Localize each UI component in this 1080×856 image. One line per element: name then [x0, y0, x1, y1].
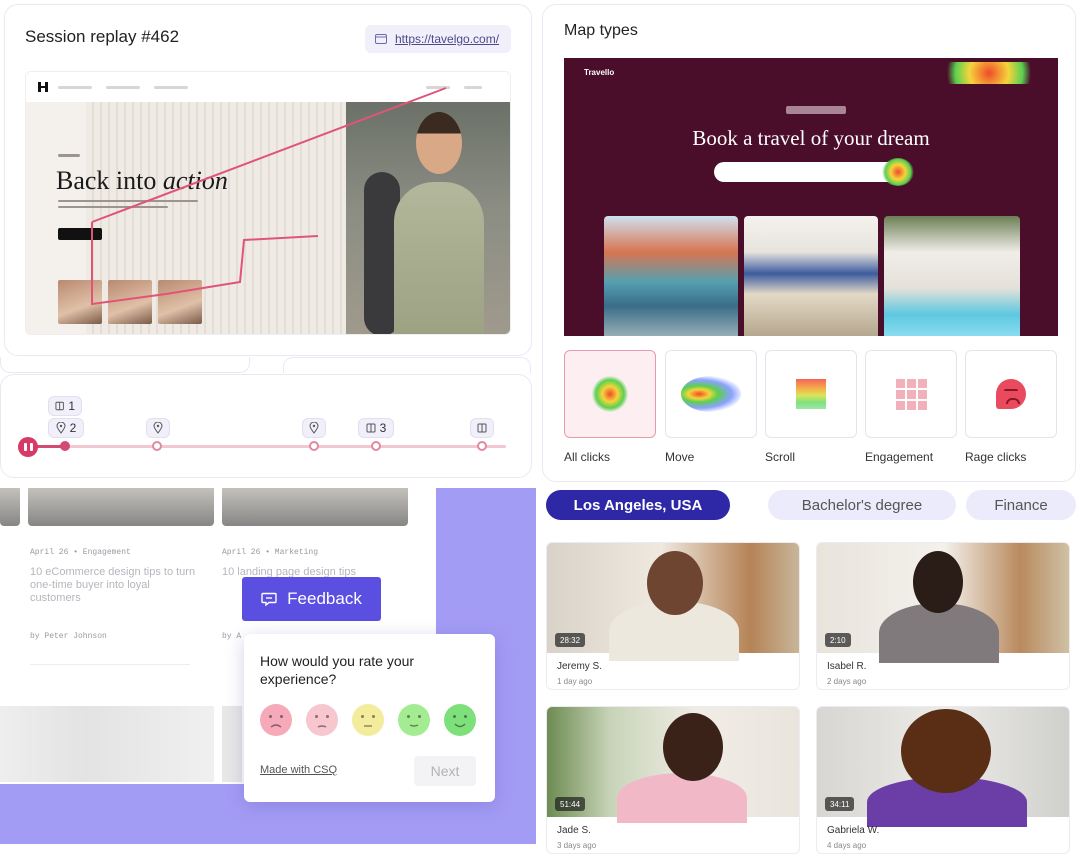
map-type-all-clicks[interactable] — [564, 350, 656, 438]
blog-post-image — [0, 488, 20, 526]
map-type-label: Engagement — [865, 450, 934, 464]
hero-badge — [786, 106, 846, 114]
segment-education[interactable]: Bachelor's degree — [768, 490, 956, 520]
location-pin-icon — [309, 422, 319, 434]
timeline-playhead[interactable] — [60, 441, 70, 451]
map-type-rage-clicks[interactable] — [965, 350, 1057, 438]
timeline-event-marker[interactable] — [309, 441, 319, 451]
destination-photo — [744, 216, 878, 336]
travello-logo: Travello — [584, 68, 615, 77]
heat-spot — [882, 158, 914, 186]
session-replay-card: Session replay #462 https://tavelgo.com/… — [4, 4, 532, 356]
blog-post-image — [222, 706, 242, 782]
video-author: Gabriela W. — [827, 825, 880, 836]
timeline-track[interactable] — [46, 445, 506, 448]
destination-photo — [604, 216, 738, 336]
video-feedback-card[interactable]: 34:11 Gabriela W. 4 days ago — [816, 706, 1070, 854]
segment-industry[interactable]: Finance — [966, 490, 1076, 520]
feedback-button-label: Feedback — [287, 589, 362, 608]
video-thumbnail — [817, 543, 1069, 663]
location-pin-icon — [56, 422, 66, 434]
timeline-event-chip[interactable] — [146, 418, 170, 438]
timeline-event-marker[interactable] — [152, 441, 162, 451]
destination-photo — [884, 216, 1020, 336]
heat-spot — [934, 62, 1044, 84]
chat-bubble-icon — [261, 592, 277, 606]
map-type-label: Scroll — [765, 450, 796, 464]
angry-face-icon — [996, 379, 1026, 409]
location-pin-icon — [153, 422, 163, 434]
segment-location[interactable]: Los Angeles, USA — [546, 490, 730, 520]
blog-post-image — [222, 488, 408, 526]
mouse-path-overlay — [91, 87, 447, 306]
timeline-event-chip[interactable] — [470, 418, 494, 438]
next-button[interactable]: Next — [414, 756, 476, 786]
map-type-engagement[interactable] — [865, 350, 957, 438]
timeline-event-chip[interactable] — [302, 418, 326, 438]
timeline-event-chip[interactable]: 2 — [48, 418, 84, 438]
rating-face-bad[interactable] — [306, 704, 338, 736]
timeline-event-chip[interactable]: 1 — [48, 396, 82, 416]
travello-search-bar — [714, 162, 910, 182]
blog-post-image — [28, 488, 214, 526]
scroll-gradient-icon — [796, 379, 826, 409]
map-type-scroll[interactable] — [765, 350, 857, 438]
video-date: 2 days ago — [827, 677, 867, 686]
session-replay-title: Session replay #462 — [25, 27, 180, 46]
heatmap-preview: Travello Book a travel of your dream — [564, 58, 1058, 336]
grid-engagement-icon — [895, 378, 927, 410]
rating-face-very-bad[interactable] — [260, 704, 292, 736]
video-duration: 34:11 — [825, 797, 855, 811]
divider — [30, 664, 190, 665]
survey-question: How would you rate your experience? — [260, 653, 415, 688]
heatmap-move-icon — [681, 376, 741, 412]
feedback-survey-card: How would you rate your experience? Made… — [244, 634, 495, 802]
blog-post-image — [0, 706, 214, 782]
page-event-icon — [477, 423, 487, 433]
page-event-icon — [55, 401, 64, 411]
blog-post-title[interactable]: 10 eCommerce design tips to turn one-tim… — [30, 566, 196, 605]
video-thumbnail — [817, 707, 1069, 827]
panel-divider — [283, 357, 531, 373]
pause-button[interactable] — [18, 437, 38, 457]
made-with-link[interactable]: Made with CSQ — [260, 764, 337, 776]
video-author: Isabel R. — [827, 661, 867, 672]
video-duration: 28:32 — [555, 633, 586, 647]
map-type-label: Rage clicks — [965, 450, 1027, 464]
rating-face-good[interactable] — [398, 704, 430, 736]
rating-faces — [260, 704, 476, 736]
blog-post-meta: April 26 • Marketing — [222, 548, 319, 557]
video-feedback-card[interactable]: 51:44 Jade S. 3 days ago — [546, 706, 800, 854]
map-type-label: All clicks — [564, 450, 611, 464]
panel-divider — [0, 357, 250, 373]
video-duration: 2:10 — [825, 633, 851, 647]
blog-post-author: by Peter Johnson — [30, 632, 107, 641]
heatmap-clicks-icon — [592, 376, 628, 412]
video-author: Jade S. — [557, 825, 591, 836]
timeline-event-chip[interactable]: 3 — [358, 418, 394, 438]
video-author: Jeremy S. — [557, 661, 603, 672]
session-url-link[interactable]: https://tavelgo.com/ — [365, 25, 511, 53]
map-type-label: Move — [665, 450, 695, 464]
timeline-event-marker[interactable] — [371, 441, 381, 451]
map-type-move[interactable] — [665, 350, 757, 438]
blog-post-meta: April 26 • Engagement — [30, 548, 131, 557]
blog-post-author: by A — [222, 632, 242, 641]
travello-hero-heading: Book a travel of your dream — [692, 126, 930, 150]
video-feedback-card[interactable]: 28:32 Jeremy S. 1 day ago — [546, 542, 800, 690]
rating-face-neutral[interactable] — [352, 704, 384, 736]
replay-viewport[interactable]: Back into action — [25, 71, 511, 335]
page-event-icon — [366, 423, 376, 433]
video-date: 1 day ago — [557, 677, 593, 686]
video-date: 4 days ago — [827, 841, 867, 850]
video-feedback-card[interactable]: 2:10 Isabel R. 2 days ago — [816, 542, 1070, 690]
session-url-text: https://tavelgo.com/ — [395, 32, 500, 46]
rating-face-very-good[interactable] — [444, 704, 476, 736]
map-types-title: Map types — [564, 22, 638, 39]
browser-window-icon — [375, 34, 387, 44]
video-date: 3 days ago — [557, 841, 597, 850]
video-duration: 51:44 — [555, 797, 586, 811]
feedback-button[interactable]: Feedback — [242, 577, 381, 621]
timeline-event-marker[interactable] — [477, 441, 487, 451]
